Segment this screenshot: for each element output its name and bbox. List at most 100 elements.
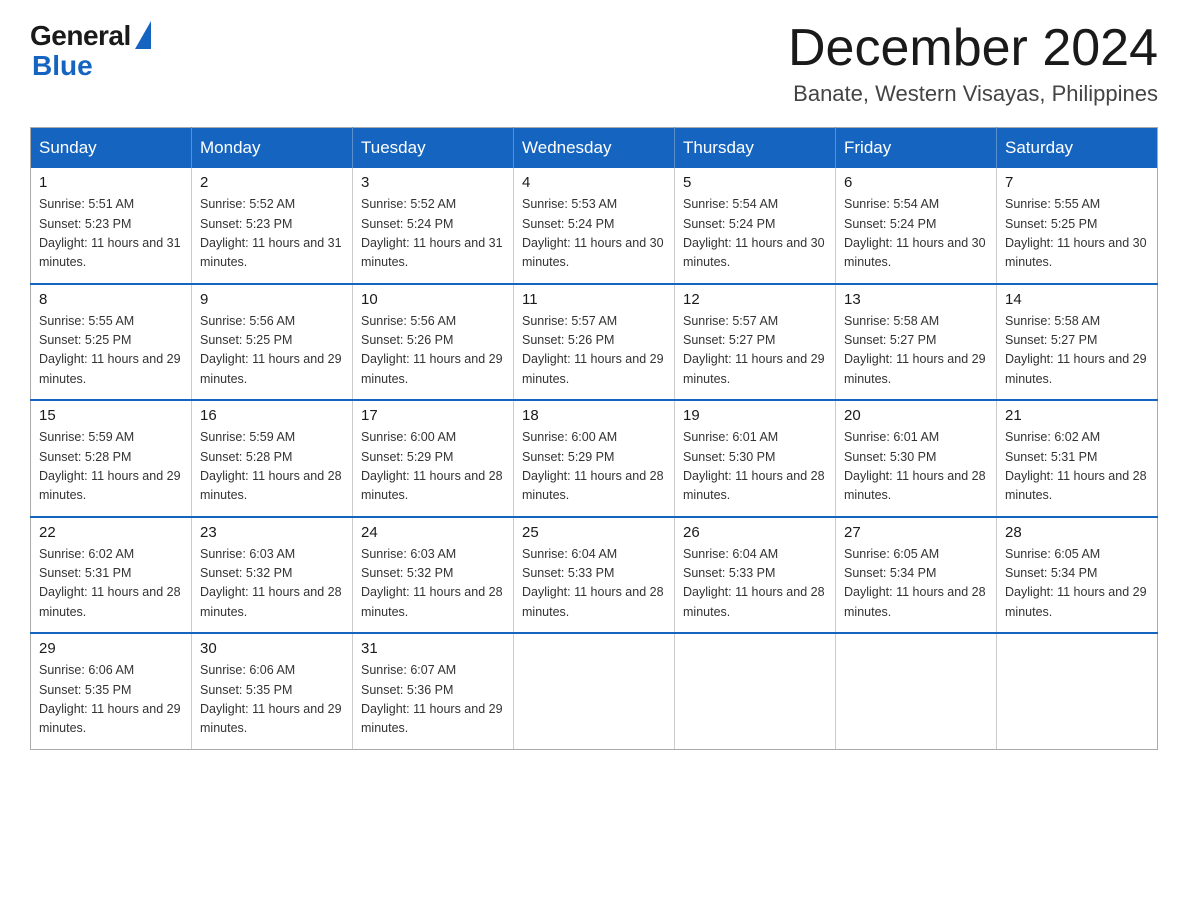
title-block: December 2024 Banate, Western Visayas, P… xyxy=(788,20,1158,107)
day-info: Sunrise: 5:55 AMSunset: 5:25 PMDaylight:… xyxy=(39,312,183,390)
calendar-week-3: 15Sunrise: 5:59 AMSunset: 5:28 PMDayligh… xyxy=(31,400,1158,517)
location-subtitle: Banate, Western Visayas, Philippines xyxy=(788,81,1158,107)
calendar-cell: 31Sunrise: 6:07 AMSunset: 5:36 PMDayligh… xyxy=(353,633,514,749)
day-number: 22 xyxy=(39,524,183,541)
calendar-cell xyxy=(514,633,675,749)
day-info: Sunrise: 5:58 AMSunset: 5:27 PMDaylight:… xyxy=(1005,312,1149,390)
day-info: Sunrise: 6:07 AMSunset: 5:36 PMDaylight:… xyxy=(361,661,505,739)
day-number: 29 xyxy=(39,640,183,657)
day-info: Sunrise: 5:54 AMSunset: 5:24 PMDaylight:… xyxy=(683,195,827,273)
calendar-cell: 21 Sunrise: 6:02 AMSunset: 5:31 PMDayligh… xyxy=(997,400,1158,517)
calendar-cell: 25Sunrise: 6:04 AMSunset: 5:33 PMDayligh… xyxy=(514,517,675,634)
day-info: Sunrise: 6:02 AMSunset: 5:31 PMDaylight:… xyxy=(1005,428,1149,506)
day-info: Sunrise: 5:59 AMSunset: 5:28 PMDaylight:… xyxy=(39,428,183,506)
col-header-wednesday: Wednesday xyxy=(514,128,675,169)
day-info: Sunrise: 6:03 AMSunset: 5:32 PMDaylight:… xyxy=(200,545,344,623)
calendar-cell: 26 Sunrise: 6:04 AMSunset: 5:33 PMDayligh… xyxy=(675,517,836,634)
day-number: 12 xyxy=(683,291,827,308)
calendar-week-5: 29 Sunrise: 6:06 AMSunset: 5:35 PMDayligh… xyxy=(31,633,1158,749)
day-info: Sunrise: 5:52 AMSunset: 5:24 PMDaylight:… xyxy=(361,195,505,273)
day-number: 17 xyxy=(361,407,505,424)
calendar-cell: 14Sunrise: 5:58 AMSunset: 5:27 PMDayligh… xyxy=(997,284,1158,401)
day-number: 8 xyxy=(39,291,183,308)
calendar-cell: 3 Sunrise: 5:52 AMSunset: 5:24 PMDaylight… xyxy=(353,168,514,284)
day-number: 16 xyxy=(200,407,344,424)
page-header: General Blue December 2024 Banate, Weste… xyxy=(30,20,1158,107)
month-year-title: December 2024 xyxy=(788,20,1158,77)
calendar-cell: 9 Sunrise: 5:56 AMSunset: 5:25 PMDaylight… xyxy=(192,284,353,401)
day-number: 7 xyxy=(1005,174,1149,191)
day-info: Sunrise: 5:56 AMSunset: 5:26 PMDaylight:… xyxy=(361,312,505,390)
day-info: Sunrise: 6:00 AMSunset: 5:29 PMDaylight:… xyxy=(522,428,666,506)
calendar-cell: 29 Sunrise: 6:06 AMSunset: 5:35 PMDayligh… xyxy=(31,633,192,749)
col-header-friday: Friday xyxy=(836,128,997,169)
day-info: Sunrise: 6:05 AMSunset: 5:34 PMDaylight:… xyxy=(1005,545,1149,623)
day-number: 24 xyxy=(361,524,505,541)
day-info: Sunrise: 5:59 AMSunset: 5:28 PMDaylight:… xyxy=(200,428,344,506)
day-info: Sunrise: 5:52 AMSunset: 5:23 PMDaylight:… xyxy=(200,195,344,273)
calendar-cell: 4Sunrise: 5:53 AMSunset: 5:24 PMDaylight… xyxy=(514,168,675,284)
calendar-cell: 6Sunrise: 5:54 AMSunset: 5:24 PMDaylight… xyxy=(836,168,997,284)
calendar-cell: 27Sunrise: 6:05 AMSunset: 5:34 PMDayligh… xyxy=(836,517,997,634)
day-number: 25 xyxy=(522,524,666,541)
col-header-thursday: Thursday xyxy=(675,128,836,169)
calendar-cell: 15Sunrise: 5:59 AMSunset: 5:28 PMDayligh… xyxy=(31,400,192,517)
logo-general-text: General xyxy=(30,20,131,52)
day-info: Sunrise: 5:53 AMSunset: 5:24 PMDaylight:… xyxy=(522,195,666,273)
day-number: 6 xyxy=(844,174,988,191)
day-number: 19 xyxy=(683,407,827,424)
day-number: 20 xyxy=(844,407,988,424)
logo-blue-text: Blue xyxy=(32,50,93,82)
day-info: Sunrise: 5:51 AMSunset: 5:23 PMDaylight:… xyxy=(39,195,183,273)
col-header-tuesday: Tuesday xyxy=(353,128,514,169)
day-number: 5 xyxy=(683,174,827,191)
day-info: Sunrise: 5:57 AMSunset: 5:27 PMDaylight:… xyxy=(683,312,827,390)
day-info: Sunrise: 5:55 AMSunset: 5:25 PMDaylight:… xyxy=(1005,195,1149,273)
day-info: Sunrise: 6:06 AMSunset: 5:35 PMDaylight:… xyxy=(39,661,183,739)
calendar-cell: 22 Sunrise: 6:02 AMSunset: 5:31 PMDayligh… xyxy=(31,517,192,634)
calendar-cell: 12 Sunrise: 5:57 AMSunset: 5:27 PMDayligh… xyxy=(675,284,836,401)
calendar-cell: 11 Sunrise: 5:57 AMSunset: 5:26 PMDayligh… xyxy=(514,284,675,401)
calendar-week-2: 8 Sunrise: 5:55 AMSunset: 5:25 PMDaylight… xyxy=(31,284,1158,401)
calendar-cell xyxy=(675,633,836,749)
calendar-cell: 2 Sunrise: 5:52 AMSunset: 5:23 PMDaylight… xyxy=(192,168,353,284)
calendar-cell: 23Sunrise: 6:03 AMSunset: 5:32 PMDayligh… xyxy=(192,517,353,634)
day-number: 11 xyxy=(522,291,666,308)
calendar-cell: 19 Sunrise: 6:01 AMSunset: 5:30 PMDayligh… xyxy=(675,400,836,517)
calendar-week-1: 1 Sunrise: 5:51 AMSunset: 5:23 PMDaylight… xyxy=(31,168,1158,284)
day-info: Sunrise: 6:02 AMSunset: 5:31 PMDaylight:… xyxy=(39,545,183,623)
calendar-cell: 24Sunrise: 6:03 AMSunset: 5:32 PMDayligh… xyxy=(353,517,514,634)
day-info: Sunrise: 6:01 AMSunset: 5:30 PMDaylight:… xyxy=(683,428,827,506)
day-number: 21 xyxy=(1005,407,1149,424)
day-number: 2 xyxy=(200,174,344,191)
day-info: Sunrise: 6:01 AMSunset: 5:30 PMDaylight:… xyxy=(844,428,988,506)
calendar-cell: 20 Sunrise: 6:01 AMSunset: 5:30 PMDayligh… xyxy=(836,400,997,517)
calendar-cell xyxy=(997,633,1158,749)
calendar-cell: 17 Sunrise: 6:00 AMSunset: 5:29 PMDayligh… xyxy=(353,400,514,517)
calendar-cell: 1 Sunrise: 5:51 AMSunset: 5:23 PMDaylight… xyxy=(31,168,192,284)
day-number: 26 xyxy=(683,524,827,541)
calendar-cell xyxy=(836,633,997,749)
calendar-cell: 13Sunrise: 5:58 AMSunset: 5:27 PMDayligh… xyxy=(836,284,997,401)
calendar-week-4: 22 Sunrise: 6:02 AMSunset: 5:31 PMDayligh… xyxy=(31,517,1158,634)
day-info: Sunrise: 6:05 AMSunset: 5:34 PMDaylight:… xyxy=(844,545,988,623)
day-number: 30 xyxy=(200,640,344,657)
col-header-sunday: Sunday xyxy=(31,128,192,169)
calendar-cell: 30 Sunrise: 6:06 AMSunset: 5:35 PMDayligh… xyxy=(192,633,353,749)
day-info: Sunrise: 6:04 AMSunset: 5:33 PMDaylight:… xyxy=(683,545,827,623)
calendar-cell: 5 Sunrise: 5:54 AMSunset: 5:24 PMDaylight… xyxy=(675,168,836,284)
day-number: 9 xyxy=(200,291,344,308)
day-number: 3 xyxy=(361,174,505,191)
day-info: Sunrise: 6:00 AMSunset: 5:29 PMDaylight:… xyxy=(361,428,505,506)
calendar-cell: 7 Sunrise: 5:55 AMSunset: 5:25 PMDaylight… xyxy=(997,168,1158,284)
day-info: Sunrise: 5:56 AMSunset: 5:25 PMDaylight:… xyxy=(200,312,344,390)
logo-triangle-icon xyxy=(135,21,151,49)
day-number: 1 xyxy=(39,174,183,191)
calendar-cell: 8 Sunrise: 5:55 AMSunset: 5:25 PMDaylight… xyxy=(31,284,192,401)
day-info: Sunrise: 6:06 AMSunset: 5:35 PMDaylight:… xyxy=(200,661,344,739)
calendar-table: SundayMondayTuesdayWednesdayThursdayFrid… xyxy=(30,127,1158,750)
day-number: 28 xyxy=(1005,524,1149,541)
calendar-cell: 28 Sunrise: 6:05 AMSunset: 5:34 PMDayligh… xyxy=(997,517,1158,634)
day-info: Sunrise: 5:57 AMSunset: 5:26 PMDaylight:… xyxy=(522,312,666,390)
calendar-cell: 10Sunrise: 5:56 AMSunset: 5:26 PMDayligh… xyxy=(353,284,514,401)
